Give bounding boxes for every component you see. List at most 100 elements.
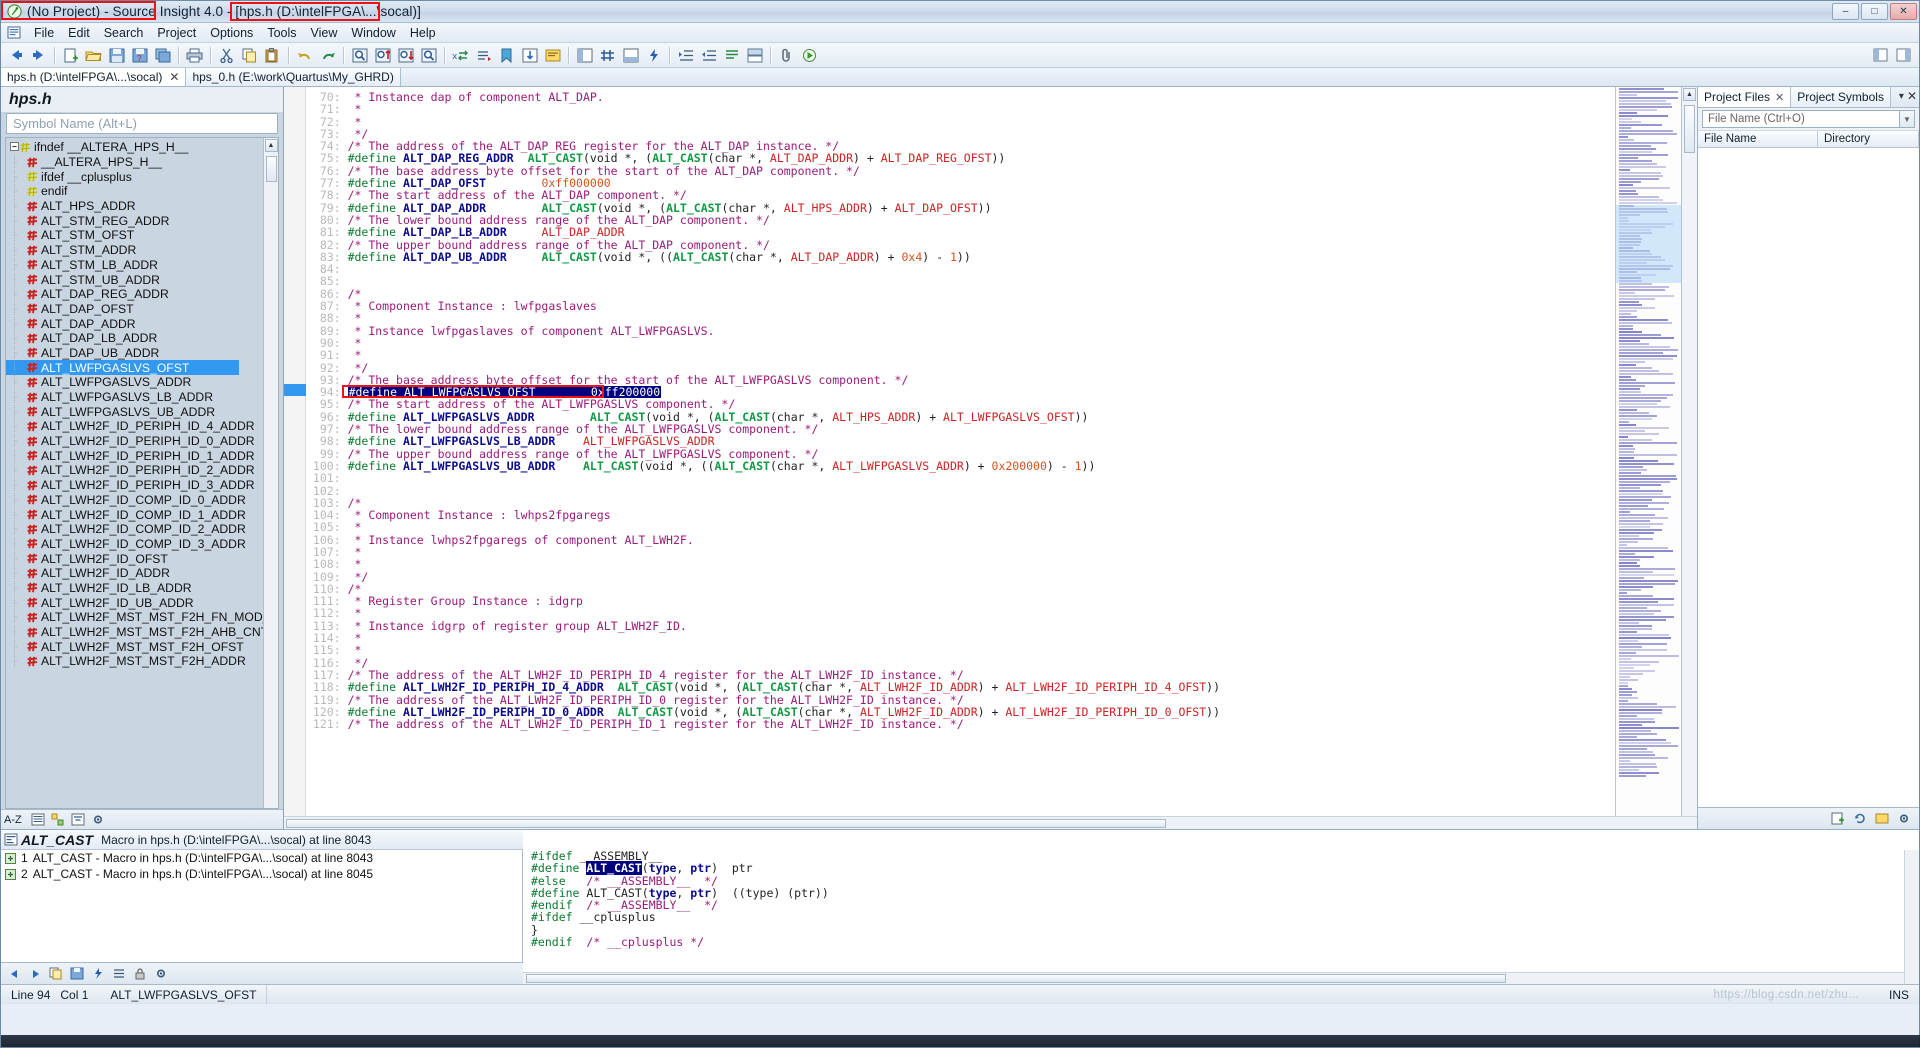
replace-icon[interactable]: x — [450, 45, 471, 66]
macro-icon[interactable] — [799, 45, 820, 66]
nav-back-icon[interactable] — [5, 966, 23, 982]
refresh-icon[interactable] — [1851, 811, 1869, 827]
code-line[interactable]: 111: * Register Group Instance : idgrp — [306, 595, 1615, 607]
chevron-down-icon[interactable]: ▼ — [1899, 111, 1914, 127]
copy-icon[interactable] — [239, 45, 260, 66]
panel-left-icon[interactable] — [1870, 45, 1891, 66]
search-files-icon[interactable] — [418, 45, 439, 66]
browse-symbols-icon[interactable] — [542, 45, 563, 66]
tree-view-icon[interactable] — [49, 812, 67, 828]
close-icon[interactable]: ✕ — [1775, 91, 1784, 104]
code-line[interactable]: 107: * — [306, 546, 1615, 558]
project-panel-tab-2[interactable]: Project Symbols — [1791, 87, 1891, 107]
menu-item-window[interactable]: Window — [344, 25, 402, 41]
editor-scroll-thumb[interactable] — [1684, 105, 1695, 153]
code-line[interactable]: 102: — [306, 484, 1615, 497]
indent-icon[interactable] — [110, 966, 128, 982]
paste-icon[interactable] — [262, 45, 283, 66]
back-icon[interactable] — [5, 45, 26, 66]
code-line[interactable]: 115: * — [306, 644, 1615, 656]
symbol-list-item[interactable]: ALT_LWH2F_ID_UB_ADDR — [6, 595, 263, 610]
code-line[interactable]: 71: * — [306, 103, 1615, 115]
symbol-list-item[interactable]: ALT_LWH2F_ID_COMP_ID_0_ADDR — [6, 492, 263, 508]
align-icon[interactable] — [744, 45, 765, 66]
scroll-up-icon[interactable]: ▲ — [264, 139, 278, 152]
outdent-icon[interactable] — [698, 45, 719, 66]
symbol-list-item[interactable]: ALT_DAP_ADDR — [6, 316, 263, 331]
save-as-icon[interactable]: ? — [129, 45, 150, 66]
tree-collapse-icon[interactable] — [10, 140, 19, 154]
symbol-list-item[interactable]: ALT_LWH2F_ID_ADDR — [6, 566, 263, 581]
file-tab-1[interactable]: hps.h (D:\intelFPGA\...\socal) ✕ — [1, 68, 187, 86]
symbol-list-item[interactable]: ALT_STM_ADDR — [6, 243, 263, 258]
code-line[interactable]: 84: — [306, 263, 1615, 275]
project-panel-tab-1[interactable]: Project Files ✕ — [1698, 87, 1792, 107]
symbol-list-item[interactable]: ALT_DAP_LB_ADDR — [6, 331, 263, 346]
menu-item-tools[interactable]: Tools — [260, 25, 303, 41]
close-icon[interactable]: ✕ — [169, 70, 179, 84]
code-line[interactable]: 108: * — [306, 558, 1615, 570]
symbol-list-item[interactable]: ALT_DAP_REG_ADDR — [6, 287, 263, 302]
search-up-icon[interactable] — [372, 45, 393, 66]
file-tab-2[interactable]: hps_0.h (E:\work\Quartus\My_GHRD) — [186, 68, 401, 86]
menu-item-options[interactable]: Options — [203, 25, 260, 41]
symbol-search-input[interactable]: Symbol Name (Alt+L) — [6, 113, 278, 134]
symbol-list-item[interactable]: ALT_LWH2F_ID_PERIPH_ID_0_ADDR — [6, 434, 263, 449]
symbol-list-item[interactable]: ALT_LWH2F_MST_MST_F2H_FN_MOD_BM_ISS_ — [6, 610, 263, 625]
relation-preview-hscrollbar[interactable] — [523, 972, 1919, 984]
symbol-list-item[interactable]: ALT_LWH2F_ID_PERIPH_ID_2_ADDR — [6, 463, 263, 478]
search-result-row[interactable]: 1 ALT_CAST - Macro in hps.h (D:\intelFPGA… — [1, 850, 522, 866]
code-line[interactable]: 83: #define ALT_DAP_UB_ADDR ALT_CAST(voi… — [306, 251, 1615, 263]
lightning-icon[interactable] — [89, 966, 107, 982]
settings-icon[interactable] — [1895, 811, 1913, 827]
editor-scroll-up-icon[interactable]: ▲ — [1683, 88, 1696, 101]
cut-icon[interactable] — [216, 45, 237, 66]
symbol-list-item[interactable]: ALT_STM_REG_ADDR — [6, 213, 263, 228]
file-name-filter-input[interactable]: File Name (Ctrl+O) ▼ — [1702, 110, 1915, 128]
undo-icon[interactable] — [294, 45, 315, 66]
code-line[interactable]: 104: * Component Instance : lwhps2fpgare… — [306, 509, 1615, 521]
relation-preview-pane[interactable]: #ifdef __ASSEMBLY__ #define ALT_CAST(type… — [523, 830, 1919, 984]
code-line[interactable]: 114: * — [306, 632, 1615, 644]
context-window-icon[interactable] — [620, 45, 641, 66]
save-all-icon[interactable] — [152, 45, 173, 66]
search-icon[interactable] — [349, 45, 370, 66]
window-controls[interactable]: – □ ✕ — [1832, 3, 1917, 20]
settings-icon[interactable] — [89, 812, 107, 828]
new-file-icon[interactable] — [60, 45, 81, 66]
symbol-list-item[interactable]: ALT_LWFPGASLVS_LB_ADDR — [6, 390, 263, 405]
symbol-list-item[interactable]: ALT_STM_OFST — [6, 228, 263, 243]
column-header-directory[interactable]: Directory — [1818, 131, 1919, 147]
bookmark-icon[interactable] — [496, 45, 517, 66]
open-file-icon[interactable] — [83, 45, 104, 66]
code-line[interactable]: 91: * — [306, 349, 1615, 361]
print-icon[interactable] — [184, 45, 205, 66]
maximize-button[interactable]: □ — [1861, 3, 1888, 20]
menu-item-help[interactable]: Help — [403, 25, 443, 41]
menu-item-search[interactable]: Search — [97, 25, 151, 41]
symbol-list-item[interactable]: endif — [6, 184, 263, 199]
relation-hscroll-thumb[interactable] — [526, 974, 1506, 983]
close-button[interactable]: ✕ — [1890, 3, 1917, 20]
forward-icon[interactable] — [28, 45, 49, 66]
symbol-list-item[interactable]: ALT_DAP_OFST — [6, 301, 263, 317]
editor-vertical-scrollbar[interactable]: ▲ — [1681, 87, 1697, 816]
symbol-list-item[interactable]: ALT_LWH2F_MST_MST_F2H_OFST — [6, 639, 263, 654]
indent-icon[interactable] — [675, 45, 696, 66]
symbol-list[interactable]: ifndef __ALTERA_HPS_H__ __ALTERA_HPS_H__ i… — [5, 137, 279, 809]
column-header-file-name[interactable]: File Name — [1698, 131, 1818, 147]
symbol-list-item[interactable]: ALT_LWH2F_ID_COMP_ID_1_ADDR — [6, 507, 263, 522]
symbol-list-item[interactable]: ALT_LWH2F_ID_PERIPH_ID_4_ADDR — [6, 419, 263, 434]
menu-item-view[interactable]: View — [304, 25, 345, 41]
menu-item-file[interactable]: File — [27, 25, 61, 41]
code-line[interactable]: 121: /* The address of the ALT_LWH2F_ID_… — [306, 718, 1615, 730]
add-file-icon[interactable] — [1829, 811, 1847, 827]
settings-icon[interactable] — [152, 966, 170, 982]
clip-icon[interactable] — [776, 45, 797, 66]
symbol-list-item[interactable]: ifndef __ALTERA_HPS_H__ — [6, 140, 263, 155]
code-line[interactable]: 89: * Instance lwfpgaslaves of component… — [306, 324, 1615, 337]
symbol-list-item[interactable]: ALT_HPS_ADDR — [6, 199, 263, 214]
symbol-list-item[interactable]: ALT_LWFPGASLVS_ADDR — [6, 375, 263, 390]
symbol-window-icon[interactable] — [574, 45, 595, 66]
symbol-list-item[interactable]: ALT_LWH2F_MST_MST_F2H_AHB_CNTL_ADDR — [6, 625, 263, 640]
